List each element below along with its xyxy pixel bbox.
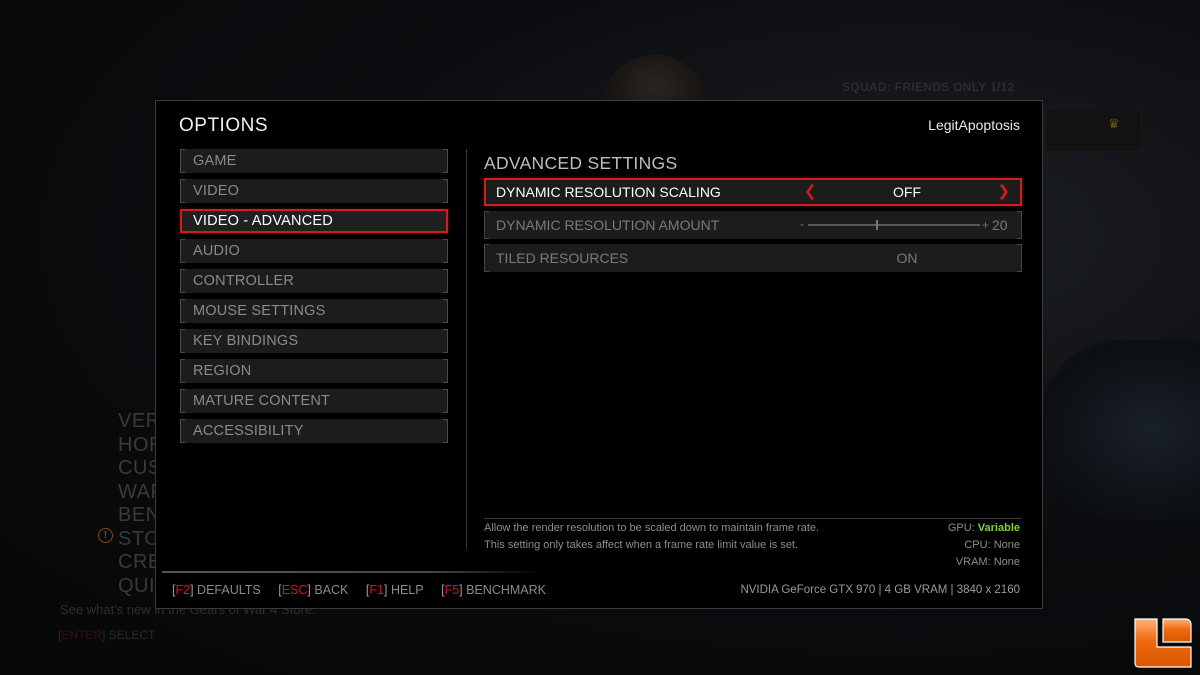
setting-label: TILED RESOURCES <box>496 250 629 266</box>
panel-divider <box>466 149 467 549</box>
squad-status-label: SQUAD: FRIENDS ONLY 1/12 <box>842 80 1015 94</box>
gpu-info: NVIDIA GeForce GTX 970 | 4 GB VRAM | 384… <box>740 584 1020 596</box>
vram-impact-value: None <box>993 556 1020 568</box>
slider-minus-icon: - <box>800 217 804 231</box>
dialog-title: OPTIONS <box>179 115 269 136</box>
hint-label: BACK <box>314 583 349 597</box>
username: LegitApoptosis <box>928 117 1020 133</box>
nav-item-audio[interactable]: AUDIO <box>180 239 448 263</box>
warning-icon: ! <box>98 528 113 543</box>
select-label: SELECT <box>108 628 156 642</box>
vram-impact-label: VRAM: <box>955 556 991 568</box>
defaults-button[interactable]: [F2] DEFAULTS <box>172 583 261 597</box>
footer-divider <box>162 571 542 573</box>
player-card <box>1045 108 1142 152</box>
background-armor <box>1040 340 1200 520</box>
options-dialog: OPTIONS LegitApoptosis GAME VIDEO VIDEO … <box>155 100 1043 609</box>
crown-icon: ♛ <box>1108 116 1120 131</box>
hint-label: HELP <box>390 583 424 597</box>
site-logo <box>1134 618 1192 668</box>
nav-item-video[interactable]: VIDEO <box>180 179 448 203</box>
settings-list: DYNAMIC RESOLUTION SCALING ❮ OFF ❯ DYNAM… <box>484 178 1022 277</box>
nav-item-video-advanced[interactable]: VIDEO - ADVANCED <box>180 209 448 233</box>
benchmark-button[interactable]: [F5] BENCHMARK <box>441 583 546 597</box>
setting-dynamic-resolution-amount[interactable]: DYNAMIC RESOLUTION AMOUNT - + 20 <box>484 211 1022 239</box>
chevron-right-icon[interactable]: ❯ <box>997 180 1010 204</box>
nav-item-accessibility[interactable]: ACCESSIBILITY <box>180 419 448 443</box>
hint-label: BENCHMARK <box>466 583 546 597</box>
cpu-impact: CPU: None <box>948 537 1020 554</box>
setting-description: Allow the render resolution to be scaled… <box>484 520 819 554</box>
back-button[interactable]: [ESC] BACK <box>278 583 348 597</box>
key-hints: [F2] DEFAULTS [ESC] BACK [F1] HELP [F5] … <box>172 583 560 597</box>
key-label: F1 <box>369 583 384 597</box>
key-label: F2 <box>175 583 191 597</box>
setting-value: OFF <box>893 184 921 200</box>
gpu-impact-label: GPU: <box>947 522 975 534</box>
gpu-impact-value: Variable <box>977 522 1020 534</box>
select-hint: [ENTER] SELECT <box>58 628 156 642</box>
setting-value: ON <box>896 250 918 266</box>
setting-dynamic-resolution-scaling[interactable]: DYNAMIC RESOLUTION SCALING ❮ OFF ❯ <box>484 178 1022 206</box>
gpu-impact: GPU: Variable <box>948 520 1020 537</box>
cpu-impact-value: None <box>993 539 1020 551</box>
hint-label: DEFAULTS <box>197 583 261 597</box>
help-button[interactable]: [F1] HELP <box>366 583 424 597</box>
resolution-amount-slider[interactable] <box>808 220 980 230</box>
performance-impact: GPU: Variable CPU: None VRAM: None <box>948 520 1020 571</box>
slider-thumb[interactable] <box>875 220 878 230</box>
setting-label: DYNAMIC RESOLUTION AMOUNT <box>496 217 720 233</box>
setting-tiled-resources[interactable]: TILED RESOURCES ON <box>484 244 1022 272</box>
setting-label: DYNAMIC RESOLUTION SCALING <box>496 184 721 200</box>
vram-impact: VRAM: None <box>948 554 1020 571</box>
slider-value: 20 <box>992 217 1008 233</box>
nav-item-mature-content[interactable]: MATURE CONTENT <box>180 389 448 413</box>
description-line: Allow the render resolution to be scaled… <box>484 522 820 534</box>
nav-item-key-bindings[interactable]: KEY BINDINGS <box>180 329 448 353</box>
nav-item-region[interactable]: REGION <box>180 359 448 383</box>
description-divider <box>484 518 1022 519</box>
nav-item-game[interactable]: GAME <box>180 149 448 173</box>
options-category-nav: GAME VIDEO VIDEO - ADVANCED AUDIO CONTRO… <box>180 149 448 449</box>
nav-item-controller[interactable]: CONTROLLER <box>180 269 448 293</box>
cpu-impact-label: CPU: <box>964 539 991 551</box>
nav-item-mouse-settings[interactable]: MOUSE SETTINGS <box>180 299 448 323</box>
key-label: F5 <box>444 583 460 597</box>
description-line: This setting only takes affect when a fr… <box>484 539 799 551</box>
section-title: ADVANCED SETTINGS <box>484 153 678 173</box>
select-key: ENTER <box>61 628 103 642</box>
chevron-left-icon[interactable]: ❮ <box>804 180 817 204</box>
key-label: ESC <box>281 583 308 597</box>
slider-plus-icon: + <box>982 218 990 232</box>
